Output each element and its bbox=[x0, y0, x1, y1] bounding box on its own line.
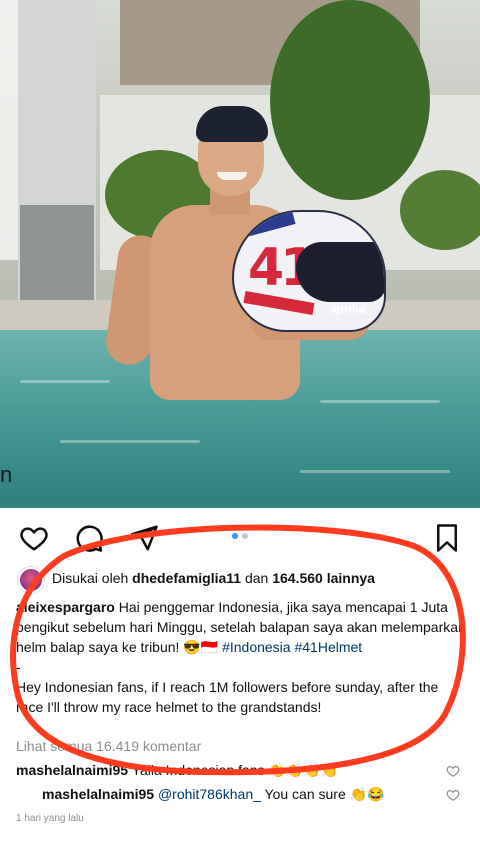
caption-author[interactable]: aleixespargaro bbox=[16, 599, 115, 615]
hashtag-indonesia[interactable]: #Indonesia bbox=[222, 639, 291, 655]
reply-mention[interactable]: @rohit786khan_ bbox=[158, 786, 261, 802]
helmet-brand: aprilia bbox=[330, 302, 366, 316]
background-plant bbox=[400, 170, 480, 250]
view-all-comments-link[interactable]: Lihat semua 16.419 komentar bbox=[16, 738, 201, 754]
water-ripple bbox=[320, 400, 440, 403]
carousel-dot-active bbox=[232, 533, 238, 539]
liked-by-middle: dan bbox=[244, 570, 269, 586]
reply-text: You can sure 👏😂 bbox=[264, 786, 385, 802]
person-cap bbox=[196, 106, 268, 142]
reply-row: mashelalnaimi95 @rohit786khan_ You can s… bbox=[42, 786, 385, 803]
liked-by-row[interactable]: Disukai oleh dhedefamiglia11 dan 164.560… bbox=[16, 566, 476, 593]
liked-by-count[interactable]: 164.560 lainnya bbox=[272, 570, 375, 586]
post-photo[interactable]: 41 aprilia n bbox=[0, 0, 480, 508]
save-bookmark-icon[interactable] bbox=[432, 523, 462, 553]
water-ripple bbox=[300, 470, 450, 473]
post-caption: aleixespargaro Hai penggemar Indonesia, … bbox=[16, 597, 468, 717]
person-smile bbox=[217, 172, 247, 180]
carousel-dot bbox=[242, 533, 248, 539]
share-send-icon[interactable] bbox=[129, 523, 159, 553]
like-heart-icon[interactable] bbox=[19, 523, 49, 553]
water-ripple bbox=[60, 440, 200, 443]
comment-username[interactable]: mashelalnaimi95 bbox=[16, 762, 128, 778]
liker-avatar[interactable] bbox=[18, 567, 44, 593]
comment-text: Yalla Indonesian fans 👏👏👏👏 bbox=[131, 762, 339, 778]
carousel-indicator bbox=[232, 533, 248, 539]
reply-like-heart-icon[interactable] bbox=[446, 788, 460, 802]
comment-like-heart-icon[interactable] bbox=[446, 764, 460, 778]
caption-separator: - bbox=[16, 659, 21, 675]
comment-row: mashelalnaimi95 Yalla Indonesian fans 👏👏… bbox=[16, 762, 338, 779]
liked-by-user[interactable]: dhedefamiglia11 bbox=[132, 570, 241, 586]
background-plant bbox=[270, 0, 430, 200]
background-pillar-base bbox=[20, 205, 94, 305]
hashtag-41helmet[interactable]: #41Helmet bbox=[294, 639, 362, 655]
water-ripple bbox=[20, 380, 110, 383]
caption-indonesian: aleixespargaro Hai penggemar Indonesia, … bbox=[16, 597, 468, 657]
racing-helmet: 41 aprilia bbox=[232, 210, 386, 332]
caption-text-en: Hey Indonesian fans, if I reach 1M follo… bbox=[16, 679, 439, 715]
post-timestamp: 1 hari yang lalu bbox=[16, 813, 84, 824]
previous-slide-text-fragment: n bbox=[0, 462, 13, 487]
reply-username[interactable]: mashelalnaimi95 bbox=[42, 786, 154, 802]
helmet-visor bbox=[296, 242, 384, 302]
liked-by-text: Disukai oleh dhedefamiglia11 dan 164.560… bbox=[52, 570, 375, 586]
liked-by-prefix: Disukai oleh bbox=[52, 570, 129, 586]
comment-icon[interactable] bbox=[74, 523, 104, 553]
